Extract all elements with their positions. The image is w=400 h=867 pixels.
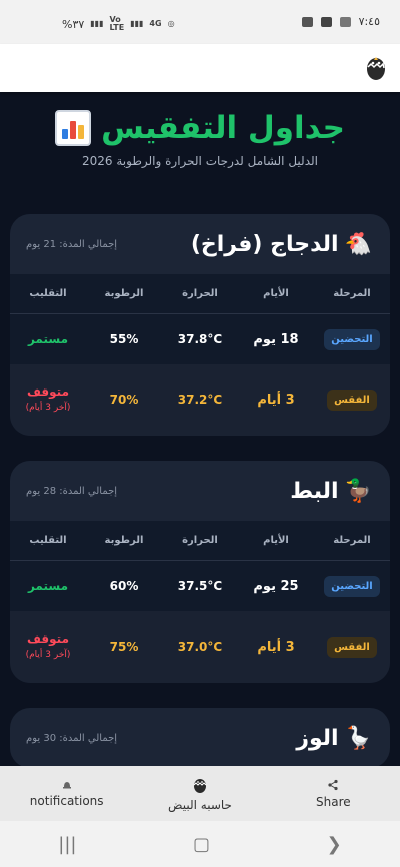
humidity-cell: 70% xyxy=(109,393,139,407)
main-content[interactable]: جداول التفقيس الدليل الشامل لدرجات الحرا… xyxy=(0,92,400,766)
temp-cell: 37.2°C xyxy=(177,393,223,407)
col-temp: الحرارة xyxy=(182,288,218,299)
battery-percent: %٣٧ xyxy=(62,17,85,31)
stage-badge: التحضين xyxy=(324,328,380,350)
temp-cell: 37.8°C xyxy=(177,332,223,346)
card-title: 🐔 الدجاج (فراخ) xyxy=(190,231,372,257)
status-bar: %٣٧ ▮▮▮ Vo LTE ▮▮▮ 4G ◎ ٧:٤٥ xyxy=(0,0,400,44)
turning-cell: مستمر xyxy=(27,332,69,346)
stage-badge: الفقس xyxy=(327,389,377,411)
duck-card: 🦆 البط إجمالي المدة: 28 يوم المرحلة الأي… xyxy=(10,461,390,683)
nav-share-label: Share xyxy=(316,794,351,809)
recent-apps-button[interactable]: ||| xyxy=(58,834,76,855)
col-humidity: الرطوبة xyxy=(104,535,144,546)
table-row: التحضين 18 يوم 37.8°C 55% مستمر xyxy=(10,314,390,364)
4g-icon: 4G xyxy=(149,19,162,28)
card-header: 🦆 البط إجمالي المدة: 28 يوم xyxy=(10,461,390,521)
volte-icon: Vo LTE xyxy=(109,15,125,32)
days-cell: 25 يوم xyxy=(253,578,299,594)
days-cell: 18 يوم xyxy=(253,331,299,347)
humidity-cell: 75% xyxy=(109,640,139,654)
temp-cell: 37.5°C xyxy=(177,579,223,593)
youtube-icon xyxy=(320,16,332,27)
bell-icon xyxy=(62,781,71,788)
hero-title: جداول التفقيس xyxy=(0,110,400,146)
chicken-card: 🐔 الدجاج (فراخ) إجمالي المدة: 21 يوم الم… xyxy=(10,214,390,436)
col-temp: الحرارة xyxy=(182,535,218,546)
signal-icon: ▮▮▮ xyxy=(90,19,104,28)
stage-badge: التحضين xyxy=(324,575,380,597)
days-cell: 3 أيام xyxy=(257,639,295,655)
table-header: المرحلة الأيام الحرارة الرطوبة التقليب xyxy=(10,274,390,314)
col-days: الأيام xyxy=(263,288,289,299)
home-button[interactable]: ▢ xyxy=(193,834,210,855)
total-duration: إجمالي المدة: 28 يوم xyxy=(26,485,118,497)
nav-egg-calculator[interactable]: حاسبه البيض xyxy=(133,766,266,821)
hatching-egg-icon xyxy=(367,57,385,80)
humidity-cell: 60% xyxy=(109,579,139,593)
col-stage: المرحلة xyxy=(333,288,371,299)
table-header: المرحلة الأيام الحرارة الرطوبة التقليب xyxy=(10,521,390,561)
clock: ٧:٤٥ xyxy=(358,15,380,28)
status-icons-left: %٣٧ ▮▮▮ Vo LTE ▮▮▮ 4G ◎ xyxy=(62,16,175,32)
humidity-cell: 55% xyxy=(109,332,139,346)
duck-icon: 🦆 xyxy=(344,478,372,504)
card-header: 🐔 الدجاج (فراخ) إجمالي المدة: 21 يوم xyxy=(10,214,390,274)
table-row: الفقس 3 أيام 37.2°C 70% متوقف (آخر 3 أيا… xyxy=(10,364,390,436)
share-icon xyxy=(328,779,338,790)
card-title: 🪿 الوز xyxy=(296,725,372,751)
status-icons-right: ٧:٤٥ xyxy=(301,15,380,28)
nav-notifications[interactable]: notifications xyxy=(0,766,133,821)
app-logo[interactable] xyxy=(352,44,400,92)
turning-cell: متوقف (آخر 3 أيام) xyxy=(10,384,86,416)
gallery-icon xyxy=(339,16,351,27)
col-stage: المرحلة xyxy=(333,535,371,546)
col-days: الأيام xyxy=(263,535,289,546)
signal-icon-2: ▮▮▮ xyxy=(130,19,144,28)
hero: جداول التفقيس الدليل الشامل لدرجات الحرا… xyxy=(0,110,400,168)
col-turning: التقليب xyxy=(29,535,67,546)
hatching-egg-icon xyxy=(193,778,207,793)
total-duration: إجمالي المدة: 30 يوم xyxy=(26,732,118,744)
turning-cell: متوقف (آخر 3 أيام) xyxy=(10,631,86,663)
folder-icon xyxy=(301,16,313,27)
turning-note: (آخر 3 أيام) xyxy=(25,403,71,413)
chicken-icon: 🐔 xyxy=(344,231,372,257)
wifi-icon: ◎ xyxy=(167,19,175,28)
col-turning: التقليب xyxy=(29,288,67,299)
days-cell: 3 أيام xyxy=(257,392,295,408)
turning-note: (آخر 3 أيام) xyxy=(25,650,71,660)
bottom-nav: notifications حاسبه البيض Share xyxy=(0,766,400,821)
bar-chart-icon xyxy=(55,110,92,146)
goose-icon: 🪿 xyxy=(344,725,372,751)
stage-badge: الفقس xyxy=(327,636,377,658)
turning-cell: مستمر xyxy=(27,579,69,593)
app-toolbar xyxy=(0,44,400,92)
system-nav-bar: ||| ▢ ❯ xyxy=(0,821,400,867)
table-row: الفقس 3 أيام 37.0°C 75% متوقف (آخر 3 أيا… xyxy=(10,611,390,683)
page-subtitle: الدليل الشامل لدرجات الحرارة والرطوبة 20… xyxy=(82,154,318,168)
nav-share[interactable]: Share xyxy=(267,766,400,821)
goose-card: 🪿 الوز إجمالي المدة: 30 يوم xyxy=(10,708,390,766)
back-button[interactable]: ❯ xyxy=(327,834,342,855)
nav-egg-calculator-label: حاسبه البيض xyxy=(168,797,232,812)
col-humidity: الرطوبة xyxy=(104,288,144,299)
table-row: التحضين 25 يوم 37.5°C 60% مستمر xyxy=(10,561,390,611)
page-title: جداول التفقيس xyxy=(101,110,345,146)
card-header: 🪿 الوز إجمالي المدة: 30 يوم xyxy=(10,708,390,766)
nav-notifications-label: notifications xyxy=(29,793,104,808)
temp-cell: 37.0°C xyxy=(177,640,223,654)
card-title: 🦆 البط xyxy=(290,478,372,504)
total-duration: إجمالي المدة: 21 يوم xyxy=(26,238,118,250)
